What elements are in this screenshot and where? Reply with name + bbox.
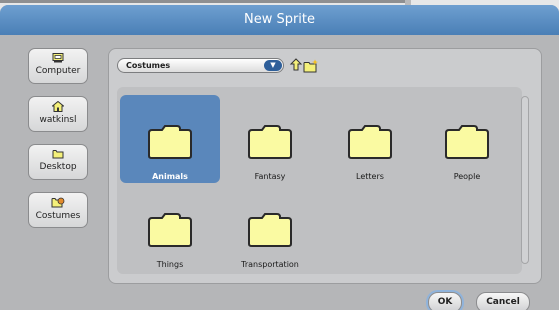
folder-animals[interactable]: Animals	[120, 95, 220, 183]
folder-icon	[348, 125, 392, 159]
place-label: Desktop	[39, 162, 77, 172]
path-dropdown[interactable]: Costumes ▼	[117, 58, 284, 73]
folder-label: People	[453, 172, 481, 181]
folder-label: Fantasy	[254, 172, 286, 181]
place-home-button[interactable]: watkinsl	[28, 96, 88, 132]
path-dropdown-value: Costumes	[126, 61, 171, 70]
new-folder-icon[interactable]	[303, 59, 319, 73]
folder-label: Things	[156, 260, 184, 269]
home-icon	[52, 101, 64, 112]
chevron-down-icon: ▼	[264, 60, 282, 71]
vertical-scrollbar[interactable]	[521, 96, 529, 264]
folder-fantasy[interactable]: Fantasy	[220, 95, 320, 183]
folder-label: Letters	[356, 172, 384, 181]
folder-transportation[interactable]: Transportation	[220, 183, 320, 271]
folder-icon	[248, 213, 292, 247]
folder-icon	[445, 125, 489, 159]
computer-icon	[52, 53, 64, 63]
ok-button[interactable]: OK	[428, 292, 462, 310]
file-browser: Costumes ▼ Animals Fantasy Letters Peopl…	[108, 48, 542, 284]
place-costumes-button[interactable]: Costumes	[28, 192, 88, 228]
folder-icon	[52, 150, 64, 159]
folder-people[interactable]: People	[417, 95, 517, 183]
folder-label: Transportation	[241, 260, 299, 269]
folder-icon	[148, 125, 192, 159]
cancel-button[interactable]: Cancel	[476, 292, 530, 310]
folder-icon	[248, 125, 292, 159]
folder-grid: Animals Fantasy Letters People Things Tr…	[117, 87, 522, 274]
place-label: Computer	[35, 66, 81, 76]
folder-label: Animals	[152, 172, 188, 181]
dialog-title: New Sprite	[0, 5, 559, 35]
folder-letters[interactable]: Letters	[320, 95, 420, 183]
place-label: Costumes	[35, 211, 81, 221]
folder-things[interactable]: Things	[120, 183, 220, 271]
folder-icon	[148, 213, 192, 247]
place-label: watkinsl	[39, 115, 77, 125]
new-sprite-dialog: New Sprite Computer watkinsl Desktop Cos…	[0, 5, 559, 310]
place-desktop-button[interactable]: Desktop	[28, 144, 88, 180]
folder-up-icon[interactable]	[289, 58, 303, 72]
background-edge	[0, 0, 405, 3]
place-computer-button[interactable]: Computer	[28, 48, 88, 84]
costumes-icon	[51, 197, 65, 208]
